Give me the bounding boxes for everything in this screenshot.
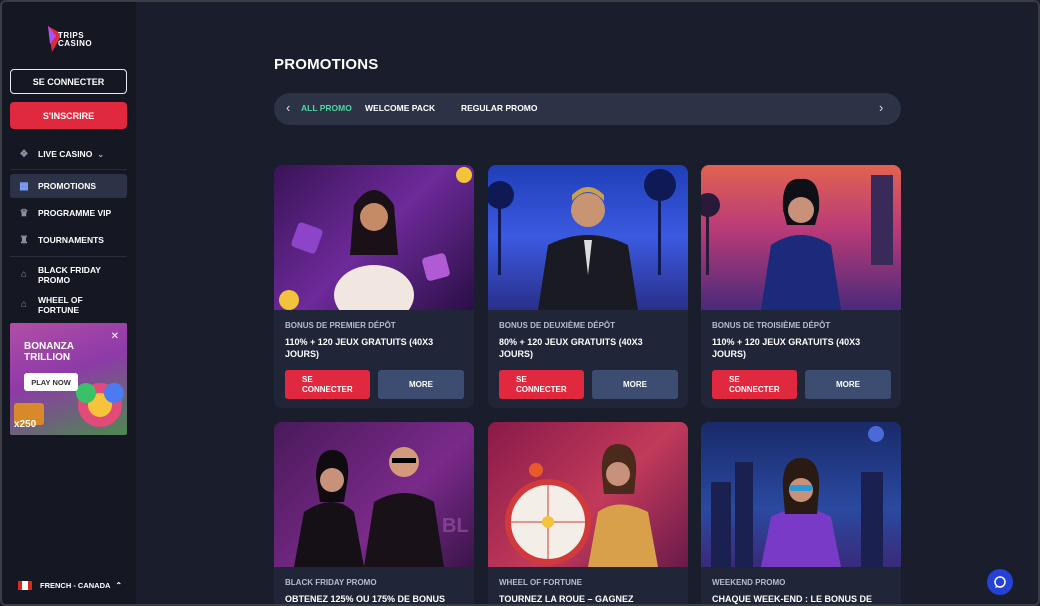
- promo-image: [701, 422, 901, 567]
- promo-card: BONUS DE PREMIER DÉPÔT 110% + 120 JEUX G…: [274, 165, 474, 408]
- sidebar-item-label: PROGRAMME VIP: [38, 208, 112, 218]
- login-button[interactable]: SE CONNECTER: [712, 370, 797, 399]
- promo-description: 110% + 120 JEUX GRATUITS (40X3 JOURS): [285, 337, 434, 359]
- sidebar-item-label: LIVE CASINO: [38, 149, 93, 159]
- promo-category: BONUS DE DEUXIÈME DÉPÔT: [499, 321, 616, 330]
- crown-icon: ♛: [19, 207, 29, 219]
- promo-banner[interactable]: ✕ BONANZA TRILLION PLAY NOW x250: [10, 323, 127, 435]
- promo-card: BL BLACK FRIDAY PROMO OBTENEZ 125% OU 17…: [274, 422, 474, 604]
- chevron-right-icon[interactable]: ›: [879, 100, 883, 115]
- sidebar-item-vip[interactable]: ♛ PROGRAMME VIP: [10, 201, 127, 225]
- sidebar-item-tournaments[interactable]: ♜ TOURNAMENTS: [10, 228, 127, 252]
- promo-image: [701, 165, 901, 310]
- promo-description: CHAQUE WEEK-END : LE BONUS DE: [712, 594, 873, 604]
- logo-text-line2: CASINO: [58, 39, 93, 48]
- more-button[interactable]: MORE: [592, 370, 678, 399]
- login-button[interactable]: SE CONNECTER: [499, 370, 584, 399]
- sidebar-item-label: PROMO: [38, 275, 71, 285]
- page-title: PROMOTIONS: [274, 56, 379, 73]
- sidebar-item-label: FORTUNE: [38, 305, 80, 315]
- promo-description: TOURNEZ LA ROUE – GAGNEZ: [499, 594, 634, 604]
- logo[interactable]: TRIPS CASINO: [42, 22, 102, 56]
- close-icon[interactable]: ✕: [111, 331, 119, 342]
- tab-welcome-pack[interactable]: WELCOME PACK: [365, 103, 435, 113]
- more-button[interactable]: MORE: [805, 370, 891, 399]
- tab-regular-promo[interactable]: REGULAR PROMO: [461, 103, 538, 113]
- promo-card: WEEKEND PROMO CHAQUE WEEK-END : LE BONUS…: [701, 422, 901, 604]
- main-content: PROMOTIONS ‹ ALL PROMO WELCOME PACK REGU…: [136, 2, 1038, 604]
- promo-description: OBTENEZ 125% OU 175% DE BONUS: [285, 594, 446, 604]
- sidebar-item-label: WHEEL OF: [38, 295, 83, 305]
- promo-tabs: ‹ ALL PROMO WELCOME PACK REGULAR PROMO ›: [274, 93, 901, 125]
- banner-badge: x250: [14, 419, 37, 430]
- promo-category: WEEKEND PROMO: [712, 578, 786, 587]
- chevron-left-icon[interactable]: ‹: [286, 100, 290, 115]
- sidebar: TRIPS CASINO SE CONNECTER S'INSCRIRE ❖ L…: [2, 2, 136, 604]
- promo-image: [488, 422, 688, 567]
- tab-all-promo[interactable]: ALL PROMO: [301, 103, 352, 113]
- sidebar-item-black-friday[interactable]: ⌂ BLACK FRIDAY PROMO: [10, 262, 127, 288]
- language-selector[interactable]: FRENCH - CANADA ⌃: [18, 581, 122, 590]
- promo-description: 80% + 120 JEUX GRATUITS (40X3 JOURS): [499, 337, 643, 359]
- login-button[interactable]: SE CONNECTER: [285, 370, 370, 399]
- chevron-down-icon: ⌄: [97, 149, 105, 159]
- tag-icon: ⌂: [20, 269, 28, 280]
- chevron-up-icon: ⌃: [115, 581, 123, 590]
- signup-button[interactable]: S'INSCRIRE: [10, 102, 127, 129]
- sidebar-item-promotions[interactable]: ▦ PROMOTIONS: [10, 174, 127, 198]
- sidebar-item-label: TOURNAMENTS: [38, 235, 104, 245]
- promo-card: WHEEL OF FORTUNE TOURNEZ LA ROUE – GAGNE…: [488, 422, 688, 604]
- language-label: FRENCH - CANADA: [40, 581, 111, 590]
- trophy-icon: ♜: [19, 234, 29, 246]
- chat-bubble-icon: [994, 576, 1006, 588]
- chat-button[interactable]: [987, 569, 1013, 595]
- promo-image: [488, 165, 688, 310]
- promo-category: BONUS DE TROISIÈME DÉPÔT: [712, 321, 831, 330]
- tag-icon: ⌂: [20, 299, 28, 310]
- promo-card: BONUS DE DEUXIÈME DÉPÔT 80% + 120 JEUX G…: [488, 165, 688, 408]
- divider: [10, 169, 127, 170]
- promo-card: BONUS DE TROISIÈME DÉPÔT 110% + 120 JEUX…: [701, 165, 901, 408]
- sidebar-item-label: PROMOTIONS: [38, 181, 97, 191]
- banner-title: BONANZA TRILLION: [24, 341, 74, 363]
- app-window: TRIPS CASINO SE CONNECTER S'INSCRIRE ❖ L…: [0, 0, 1040, 606]
- promo-image: [274, 165, 474, 325]
- promo-category: BONUS DE PREMIER DÉPÔT: [285, 321, 396, 330]
- divider: [10, 256, 127, 257]
- login-button[interactable]: SE CONNECTER: [10, 69, 127, 94]
- dice-icon: ❖: [19, 148, 29, 160]
- gift-icon: ▦: [19, 180, 29, 192]
- play-now-button[interactable]: PLAY NOW: [24, 373, 78, 391]
- bg-lettering: BL: [442, 515, 469, 537]
- sidebar-item-live-casino[interactable]: ❖ LIVE CASINO ⌄: [10, 142, 127, 166]
- promo-category: WHEEL OF FORTUNE: [499, 578, 582, 587]
- promo-image: BL: [274, 422, 474, 567]
- more-button[interactable]: MORE: [378, 370, 464, 399]
- sidebar-item-wheel-of-fortune[interactable]: ⌂ WHEEL OF FORTUNE: [10, 292, 127, 318]
- promo-category: BLACK FRIDAY PROMO: [285, 578, 377, 587]
- promo-description: 110% + 120 JEUX GRATUITS (40X3 JOURS): [712, 337, 861, 359]
- sidebar-item-label: BLACK FRIDAY: [38, 265, 101, 275]
- canada-flag-icon: [18, 581, 32, 590]
